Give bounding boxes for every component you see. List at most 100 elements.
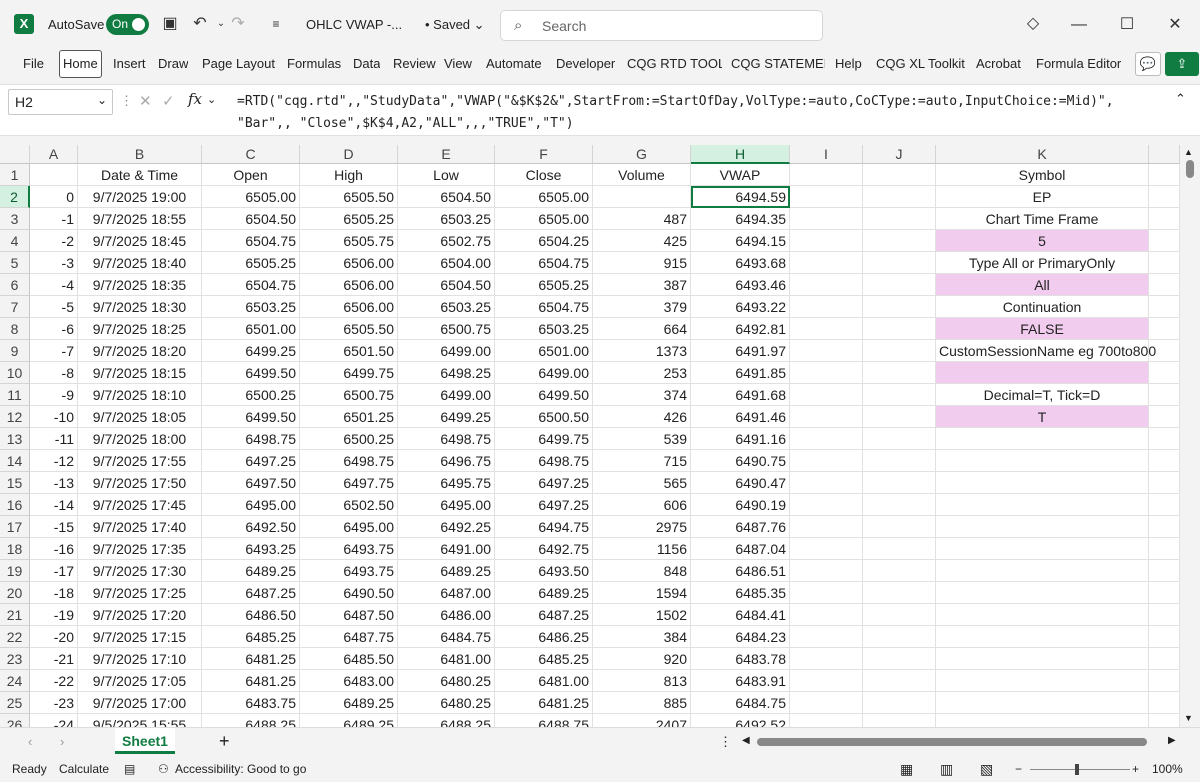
cell-a25[interactable]: -23 (30, 692, 78, 714)
cell-l14[interactable] (1149, 450, 1180, 472)
cell-c24[interactable]: 6481.25 (202, 670, 300, 692)
cell-c21[interactable]: 6486.50 (202, 604, 300, 626)
cell-g15[interactable]: 565 (593, 472, 691, 494)
cell-i12[interactable] (790, 406, 863, 428)
cell-b13[interactable]: 9/7/2025 18:00 (78, 428, 202, 450)
cell-d4[interactable]: 6505.75 (300, 230, 398, 252)
cell-e18[interactable]: 6491.00 (398, 538, 495, 560)
cell-l15[interactable] (1149, 472, 1180, 494)
diamond-icon[interactable]: ◇ (1022, 13, 1044, 35)
normal-view-icon[interactable]: ▦ (900, 757, 913, 782)
cell-j10[interactable] (863, 362, 936, 384)
cell-f20[interactable]: 6489.25 (495, 582, 593, 604)
cell-g2[interactable] (593, 186, 691, 208)
cell-f5[interactable]: 6504.75 (495, 252, 593, 274)
cell-k12[interactable]: T (936, 406, 1149, 428)
cell-l1[interactable] (1149, 164, 1180, 186)
insert-function-icon[interactable]: fx (188, 90, 202, 108)
cell-k24[interactable] (936, 670, 1149, 692)
cell-e11[interactable]: 6499.00 (398, 384, 495, 406)
cell-a16[interactable]: -14 (30, 494, 78, 516)
cell-a20[interactable]: -18 (30, 582, 78, 604)
cell-d10[interactable]: 6499.75 (300, 362, 398, 384)
cell-a5[interactable]: -3 (30, 252, 78, 274)
cell-i16[interactable] (790, 494, 863, 516)
cell-k20[interactable] (936, 582, 1149, 604)
cell-g11[interactable]: 374 (593, 384, 691, 406)
cell-b16[interactable]: 9/7/2025 17:45 (78, 494, 202, 516)
cell-b18[interactable]: 9/7/2025 17:35 (78, 538, 202, 560)
cell-f13[interactable]: 6499.75 (495, 428, 593, 450)
cell-c11[interactable]: 6500.25 (202, 384, 300, 406)
cell-a8[interactable]: -6 (30, 318, 78, 340)
horizontal-scroll-thumb[interactable] (757, 738, 1147, 746)
accessibility-status[interactable]: Accessibility: Good to go (175, 757, 306, 782)
cell-j15[interactable] (863, 472, 936, 494)
tab-data[interactable]: Data (353, 50, 380, 78)
cell-d20[interactable]: 6490.50 (300, 582, 398, 604)
cell-d14[interactable]: 6498.75 (300, 450, 398, 472)
cell-l6[interactable] (1149, 274, 1180, 296)
cell-j19[interactable] (863, 560, 936, 582)
cell-b4[interactable]: 9/7/2025 18:45 (78, 230, 202, 252)
more-icon[interactable]: ⋮ (120, 93, 133, 109)
cell-h13[interactable]: 6491.16 (691, 428, 790, 450)
cell-a22[interactable]: -20 (30, 626, 78, 648)
cell-h19[interactable]: 6486.51 (691, 560, 790, 582)
cell-e13[interactable]: 6498.75 (398, 428, 495, 450)
tab-developer[interactable]: Developer (556, 50, 615, 78)
cell-k3[interactable]: Chart Time Frame (936, 208, 1149, 230)
tab-home[interactable]: Home (59, 50, 102, 78)
cell-i5[interactable] (790, 252, 863, 274)
cell-e20[interactable]: 6487.00 (398, 582, 495, 604)
cell-l17[interactable] (1149, 516, 1180, 538)
maximize-button[interactable]: ☐ (1112, 13, 1142, 37)
cell-d18[interactable]: 6493.75 (300, 538, 398, 560)
cell-e22[interactable]: 6484.75 (398, 626, 495, 648)
cell-b21[interactable]: 9/7/2025 17:20 (78, 604, 202, 626)
cell-l19[interactable] (1149, 560, 1180, 582)
row-header[interactable]: 23 (0, 648, 30, 670)
cell-f19[interactable]: 6493.50 (495, 560, 593, 582)
cancel-icon[interactable]: ✕ (139, 92, 152, 110)
cell-a14[interactable]: -12 (30, 450, 78, 472)
cell-j22[interactable] (863, 626, 936, 648)
cell-k10[interactable] (936, 362, 1149, 384)
cell-e7[interactable]: 6503.25 (398, 296, 495, 318)
cell-d2[interactable]: 6505.50 (300, 186, 398, 208)
cell-k16[interactable] (936, 494, 1149, 516)
cell-a7[interactable]: -5 (30, 296, 78, 318)
cell-h5[interactable]: 6493.68 (691, 252, 790, 274)
page-layout-view-icon[interactable]: ▥ (940, 757, 953, 782)
tab-view[interactable]: View (444, 50, 472, 78)
cell-k17[interactable] (936, 516, 1149, 538)
cell-l7[interactable] (1149, 296, 1180, 318)
cell-e17[interactable]: 6492.25 (398, 516, 495, 538)
vertical-scroll-thumb[interactable] (1186, 160, 1194, 178)
cell-c13[interactable]: 6498.75 (202, 428, 300, 450)
cell-a9[interactable]: -7 (30, 340, 78, 362)
cell-g5[interactable]: 915 (593, 252, 691, 274)
cell-b12[interactable]: 9/7/2025 18:05 (78, 406, 202, 428)
column-header-c[interactable]: C (202, 145, 300, 164)
column-header-d[interactable]: D (300, 145, 398, 164)
cell-i1[interactable] (790, 164, 863, 186)
row-header[interactable]: 2 (0, 186, 30, 208)
cell-e8[interactable]: 6500.75 (398, 318, 495, 340)
column-header-a[interactable]: A (30, 145, 78, 164)
scroll-left-icon[interactable]: ◀ (742, 735, 750, 746)
cell-f21[interactable]: 6487.25 (495, 604, 593, 626)
cell-e6[interactable]: 6504.50 (398, 274, 495, 296)
cell-c17[interactable]: 6492.50 (202, 516, 300, 538)
cell-h11[interactable]: 6491.68 (691, 384, 790, 406)
cell-f22[interactable]: 6486.25 (495, 626, 593, 648)
cell-l24[interactable] (1149, 670, 1180, 692)
cell-k15[interactable] (936, 472, 1149, 494)
cell-l5[interactable] (1149, 252, 1180, 274)
cell-i23[interactable] (790, 648, 863, 670)
cell-h22[interactable]: 6484.23 (691, 626, 790, 648)
cell-b25[interactable]: 9/7/2025 17:00 (78, 692, 202, 714)
cell-g9[interactable]: 1373 (593, 340, 691, 362)
cell-j12[interactable] (863, 406, 936, 428)
cell-i10[interactable] (790, 362, 863, 384)
